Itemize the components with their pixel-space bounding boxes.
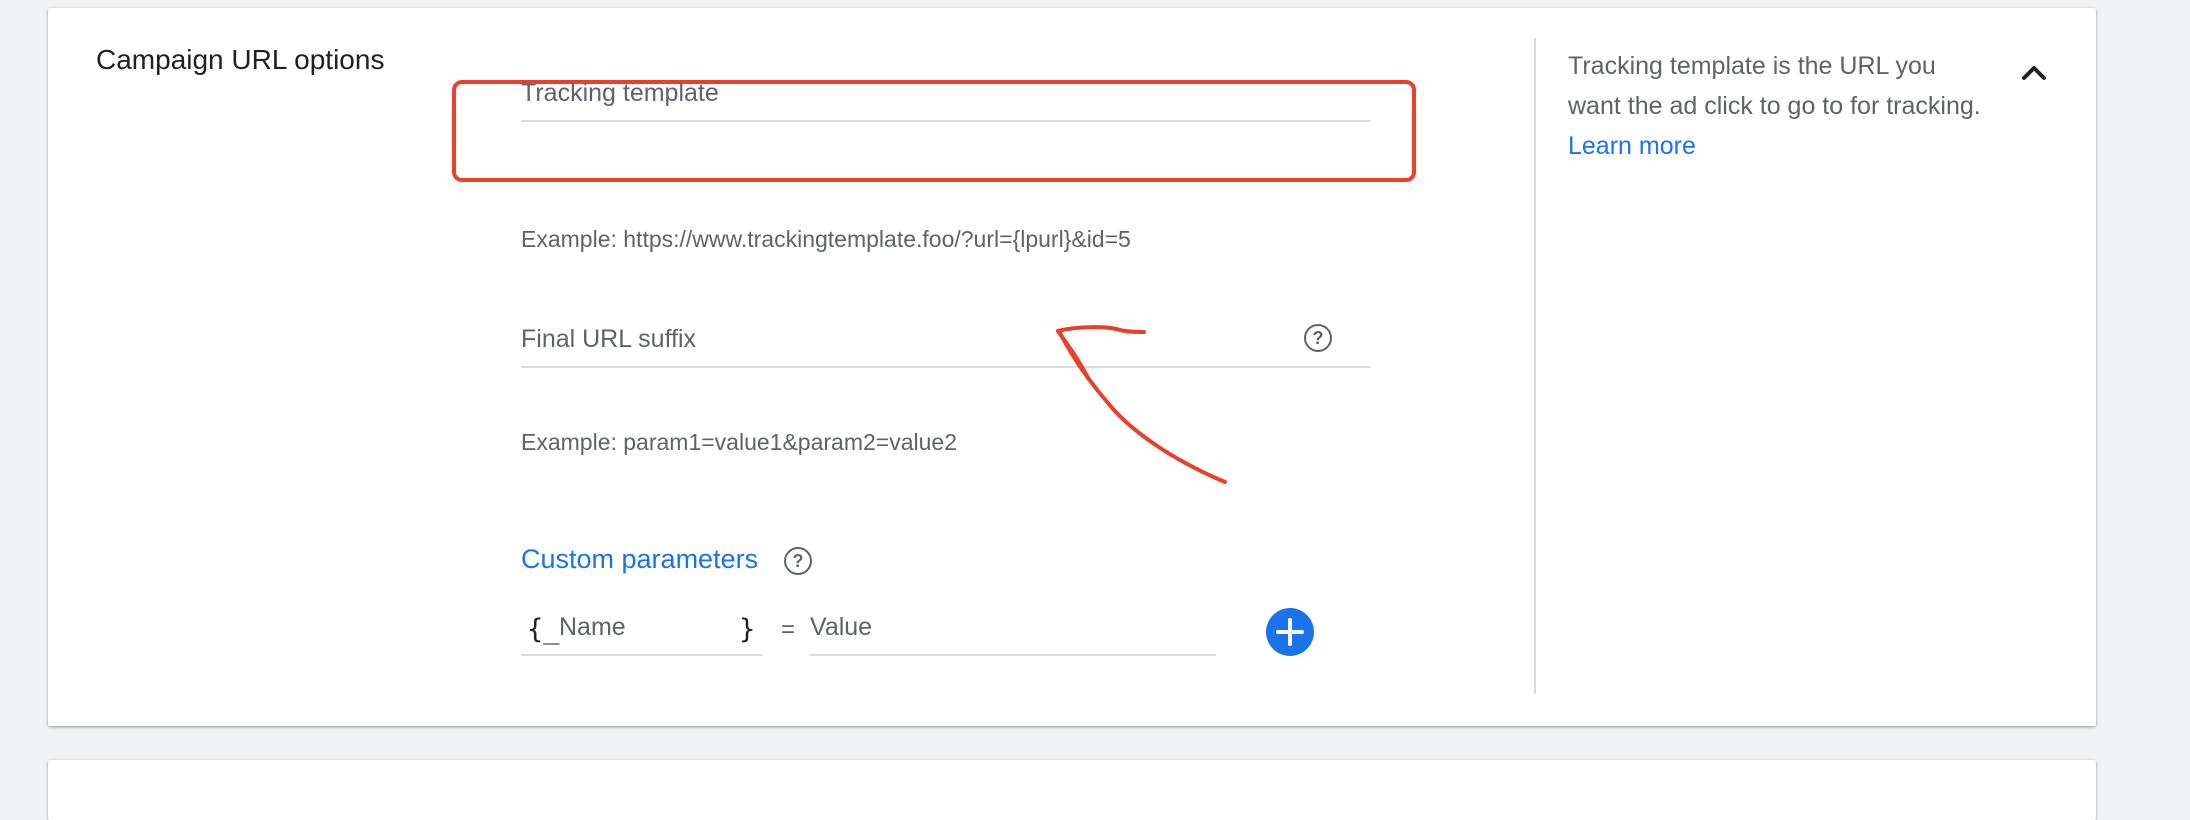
- tracking-template-label: Tracking template: [521, 79, 719, 107]
- custom-parameters-help-icon[interactable]: ?: [784, 547, 812, 575]
- side-help-description: Tracking template is the URL you want th…: [1568, 52, 1981, 120]
- brace-open: {_: [527, 614, 560, 645]
- tracking-template-field[interactable]: Tracking template: [521, 70, 1371, 122]
- name-placeholder: Name: [559, 613, 626, 641]
- next-card: [48, 760, 2096, 820]
- campaign-url-options-card: Campaign URL options Tracking template E…: [48, 8, 2096, 726]
- equals-sign: =: [781, 616, 796, 643]
- help-circle-icon[interactable]: ?: [1304, 324, 1332, 352]
- section-title: Campaign URL options: [96, 44, 385, 75]
- custom-parameter-name-field[interactable]: {_ Name }: [521, 604, 763, 656]
- final-url-suffix-example: Example: param1=value1&param2=value2: [521, 429, 957, 455]
- custom-parameters-link[interactable]: Custom parameters: [521, 544, 758, 575]
- chevron-up-icon[interactable]: [2014, 52, 2054, 92]
- side-help-text: Tracking template is the URL you want th…: [1568, 46, 1988, 166]
- vertical-divider: [1534, 38, 1536, 694]
- brace-close: }: [739, 614, 756, 645]
- custom-parameter-value-field[interactable]: Value: [810, 604, 1216, 656]
- final-url-suffix-field[interactable]: Final URL suffix: [521, 316, 1371, 368]
- plus-icon: [1276, 618, 1304, 646]
- final-url-suffix-label: Final URL suffix: [521, 325, 697, 353]
- add-parameter-button[interactable]: [1266, 608, 1314, 656]
- tracking-template-example: Example: https://www.trackingtemplate.fo…: [521, 226, 1131, 252]
- value-placeholder: Value: [810, 613, 873, 641]
- learn-more-link[interactable]: Learn more: [1568, 132, 1696, 160]
